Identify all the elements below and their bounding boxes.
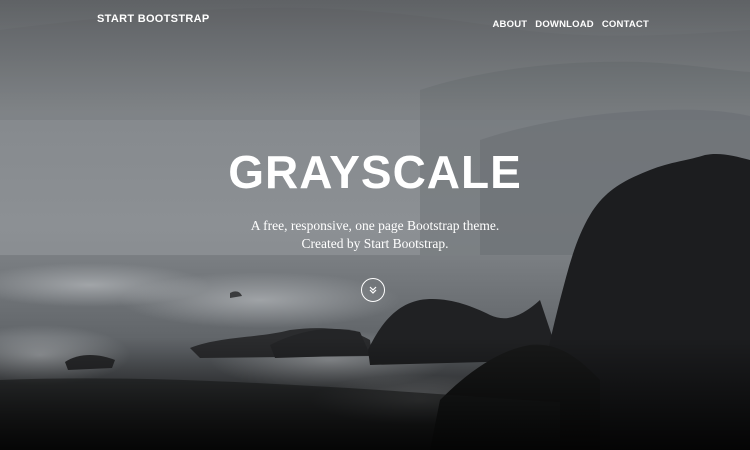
double-chevron-down-icon bbox=[369, 286, 377, 294]
hero-intro: A free, responsive, one page Bootstrap t… bbox=[0, 217, 750, 253]
hero-intro-line-2: Created by Start Bootstrap. bbox=[301, 236, 449, 251]
scroll-down-button[interactable] bbox=[361, 278, 385, 302]
nav-link-contact[interactable]: CONTACT bbox=[602, 19, 649, 30]
nav-menu: ABOUT DOWNLOAD CONTACT bbox=[492, 14, 649, 32]
nav-link-download[interactable]: DOWNLOAD bbox=[535, 19, 594, 30]
nav-item-contact: CONTACT bbox=[602, 14, 649, 32]
nav-item-about: ABOUT bbox=[492, 14, 527, 32]
navbar: START BOOTSTRAP ABOUT DOWNLOAD CONTACT bbox=[0, 0, 750, 40]
hero-title: GRAYSCALE bbox=[228, 146, 522, 198]
nav-item-download: DOWNLOAD bbox=[535, 14, 594, 32]
nav-link-about[interactable]: ABOUT bbox=[492, 19, 527, 30]
brand-link[interactable]: START BOOTSTRAP bbox=[97, 13, 209, 25]
page: START BOOTSTRAP ABOUT DOWNLOAD CONTACT G… bbox=[0, 0, 750, 450]
hero-intro-line-1: A free, responsive, one page Bootstrap t… bbox=[250, 218, 500, 233]
